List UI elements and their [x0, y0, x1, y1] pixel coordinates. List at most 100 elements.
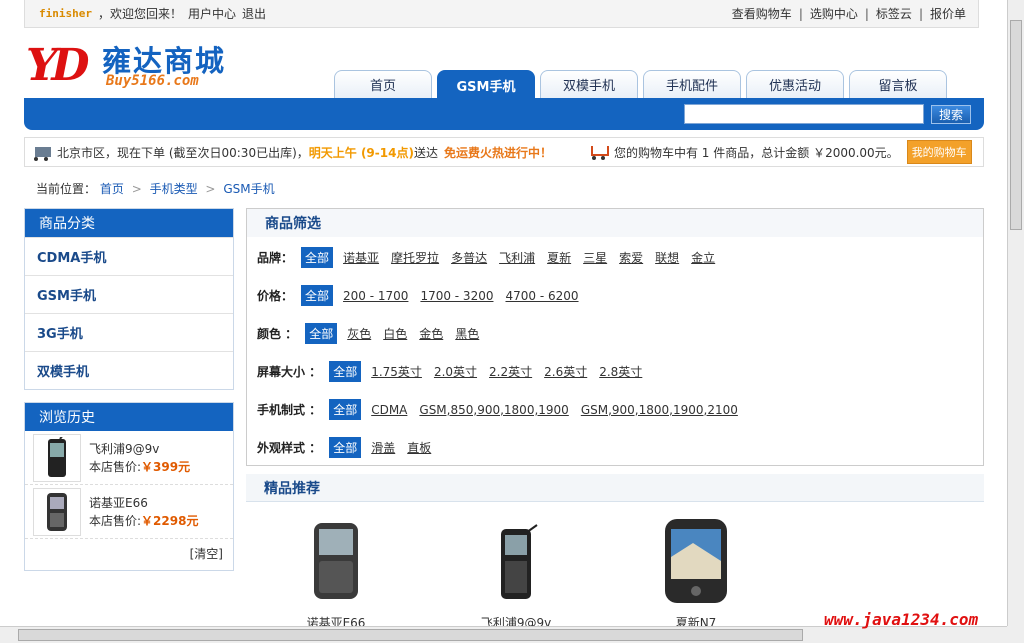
filter-option[interactable]: 2.2英寸 — [489, 363, 532, 380]
filter-option[interactable]: 2.0英寸 — [434, 363, 477, 380]
my-cart-button[interactable]: 我的购物车 — [906, 140, 972, 164]
breadcrumb-home[interactable]: 首页 — [100, 182, 124, 196]
vertical-scrollbar[interactable] — [1007, 0, 1024, 626]
tab-promotions[interactable]: 优惠活动 — [746, 70, 844, 98]
view-cart-link[interactable]: 查看购物车 — [732, 5, 792, 22]
horizontal-scroll-thumb[interactable] — [18, 629, 803, 641]
filter-option[interactable]: CDMA — [371, 403, 407, 417]
category-item-gsm[interactable]: GSM手机 — [25, 275, 233, 313]
breadcrumb-gsm[interactable]: GSM手机 — [223, 182, 274, 196]
filter-option[interactable]: 白色 — [383, 325, 407, 342]
delivery-suffix: 送达 — [413, 145, 438, 160]
category-item-3g[interactable]: 3G手机 — [25, 313, 233, 351]
delivery-text: 北京市区，现在下单 (截至次日00:30已出库)， — [57, 145, 309, 160]
breadcrumb-phone-type[interactable]: 手机类型 — [150, 182, 198, 196]
phone-image[interactable] — [266, 512, 406, 610]
filter-row-network: 手机制式 ： 全部 CDMA GSM,850,900,1800,1900 GSM… — [257, 399, 750, 420]
filter-option[interactable]: 飞利浦 — [499, 249, 535, 266]
history-item-name[interactable]: 诺基亚E66 — [89, 494, 198, 512]
search-button[interactable]: 搜索 — [931, 105, 971, 124]
logout-link[interactable]: 退出 — [242, 5, 266, 22]
price-label: 本店售价: — [89, 459, 142, 474]
filter-all[interactable]: 全部 — [329, 399, 362, 420]
filter-option[interactable]: 4700 - 6200 — [505, 289, 578, 303]
breadcrumb-sep: > — [205, 182, 216, 196]
tab-gsm-phone[interactable]: GSM手机 — [437, 70, 535, 99]
filter-option[interactable]: 直板 — [407, 439, 431, 456]
filter-option[interactable]: 200 - 1700 — [343, 289, 408, 303]
cart-icon — [588, 144, 609, 160]
filter-all[interactable]: 全部 — [301, 285, 334, 306]
clear-history-link[interactable]: [清空] — [25, 539, 233, 570]
recommend-item[interactable]: 夏新N7 — [626, 512, 766, 631]
filter-option[interactable]: GSM,850,900,1800,1900 — [419, 403, 568, 417]
filter-option[interactable]: 1700 - 3200 — [420, 289, 493, 303]
promo-text: 免运费火热进行中！ — [443, 145, 552, 160]
user-center-link[interactable]: 用户中心 — [188, 5, 236, 22]
filter-all[interactable]: 全部 — [301, 247, 334, 268]
filter-option[interactable]: 1.75英寸 — [371, 363, 422, 380]
breadcrumb-prefix: 当前位置： — [36, 182, 97, 196]
filter-option[interactable]: 三星 — [583, 249, 607, 266]
filter-option[interactable]: 多普达 — [451, 249, 487, 266]
filter-option[interactable]: GSM,900,1800,1900,2100 — [581, 403, 738, 417]
tab-guestbook[interactable]: 留言板 — [849, 70, 947, 98]
separator: | — [864, 6, 869, 21]
truck-icon — [34, 147, 51, 161]
filter-option[interactable]: 2.8英寸 — [599, 363, 642, 380]
site-logo[interactable]: YD 雍达商城 Buy5166.com — [26, 38, 246, 94]
quote-list-link[interactable]: 报价单 — [930, 5, 966, 22]
delivery-info-bar: 北京市区，现在下单 (截至次日00:30已出库)， 明天上午 (9-14点) 送… — [24, 137, 984, 167]
phone-image[interactable] — [446, 512, 586, 610]
history-item-name[interactable]: 飞利浦9@9v — [89, 440, 190, 458]
filter-option[interactable]: 夏新 — [547, 249, 571, 266]
search-bar: 搜索 — [24, 98, 984, 130]
logo-mark: YD — [26, 40, 90, 91]
welcome-text: ，欢迎您回来！ — [97, 7, 182, 21]
phone-image[interactable] — [626, 512, 766, 610]
phone-thumbnail[interactable] — [33, 487, 81, 536]
separator: | — [918, 6, 923, 21]
filter-option[interactable]: 灰色 — [347, 325, 371, 342]
filter-option[interactable]: 2.6英寸 — [544, 363, 587, 380]
search-input[interactable] — [684, 104, 924, 124]
history-panel: 浏览历史 飞利浦9@9v 本店售价:￥399元 诺基亚E66 本店售价:￥229… — [24, 402, 234, 571]
filter-option[interactable]: 金立 — [691, 249, 715, 266]
tag-cloud-link[interactable]: 标签云 — [876, 5, 912, 22]
filter-option[interactable]: 摩托罗拉 — [391, 249, 439, 266]
filter-title: 商品筛选 — [247, 209, 983, 237]
filter-row-brand: 品牌： 全部 诺基亚 摩托罗拉 多普达 飞利浦 夏新 三星 索爱 联想 金立 — [257, 247, 727, 268]
filter-label: 屏幕大小 ： — [257, 365, 322, 379]
recommend-item[interactable]: 飞利浦9@9v — [446, 512, 586, 631]
filter-all[interactable]: 全部 — [329, 437, 362, 458]
tab-dual-mode-phone[interactable]: 双模手机 — [540, 70, 638, 98]
filter-option[interactable]: 联想 — [655, 249, 679, 266]
filter-option[interactable]: 金色 — [419, 325, 443, 342]
logo-en-text: Buy5166.com — [106, 73, 199, 89]
tab-accessories[interactable]: 手机配件 — [643, 70, 741, 98]
recommend-title: 精品推荐 — [246, 474, 984, 502]
filter-option[interactable]: 滑盖 — [371, 439, 395, 456]
category-item-dual-mode[interactable]: 双模手机 — [25, 351, 233, 389]
breadcrumb-sep: > — [131, 182, 142, 196]
cart-summary: 您的购物车中有 1 件商品，总计金额 ￥2000.00元。 — [613, 145, 899, 160]
history-item[interactable]: 飞利浦9@9v 本店售价:￥399元 — [25, 431, 233, 485]
history-item-price: ￥2298元 — [141, 513, 199, 528]
recommend-item[interactable]: 诺基亚E66 — [266, 512, 406, 631]
filter-option[interactable]: 黑色 — [455, 325, 479, 342]
filter-option[interactable]: 诺基亚 — [343, 249, 379, 266]
filter-row-form-factor: 外观样式 ： 全部 滑盖 直板 — [257, 437, 443, 458]
history-item[interactable]: 诺基亚E66 本店售价:￥2298元 — [25, 485, 233, 539]
phone-thumbnail[interactable] — [33, 433, 81, 482]
shopping-center-link[interactable]: 选购中心 — [810, 5, 858, 22]
filter-label: 颜色 ： — [257, 327, 298, 341]
filter-all[interactable]: 全部 — [329, 361, 362, 382]
vertical-scroll-thumb[interactable] — [1010, 20, 1022, 230]
filter-option[interactable]: 索爱 — [619, 249, 643, 266]
filter-all[interactable]: 全部 — [305, 323, 338, 344]
filter-label: 价格： — [257, 289, 294, 303]
price-label: 本店售价: — [89, 513, 142, 528]
category-item-cdma[interactable]: CDMA手机 — [25, 237, 233, 275]
tab-home[interactable]: 首页 — [334, 70, 432, 98]
category-title: 商品分类 — [25, 209, 233, 237]
